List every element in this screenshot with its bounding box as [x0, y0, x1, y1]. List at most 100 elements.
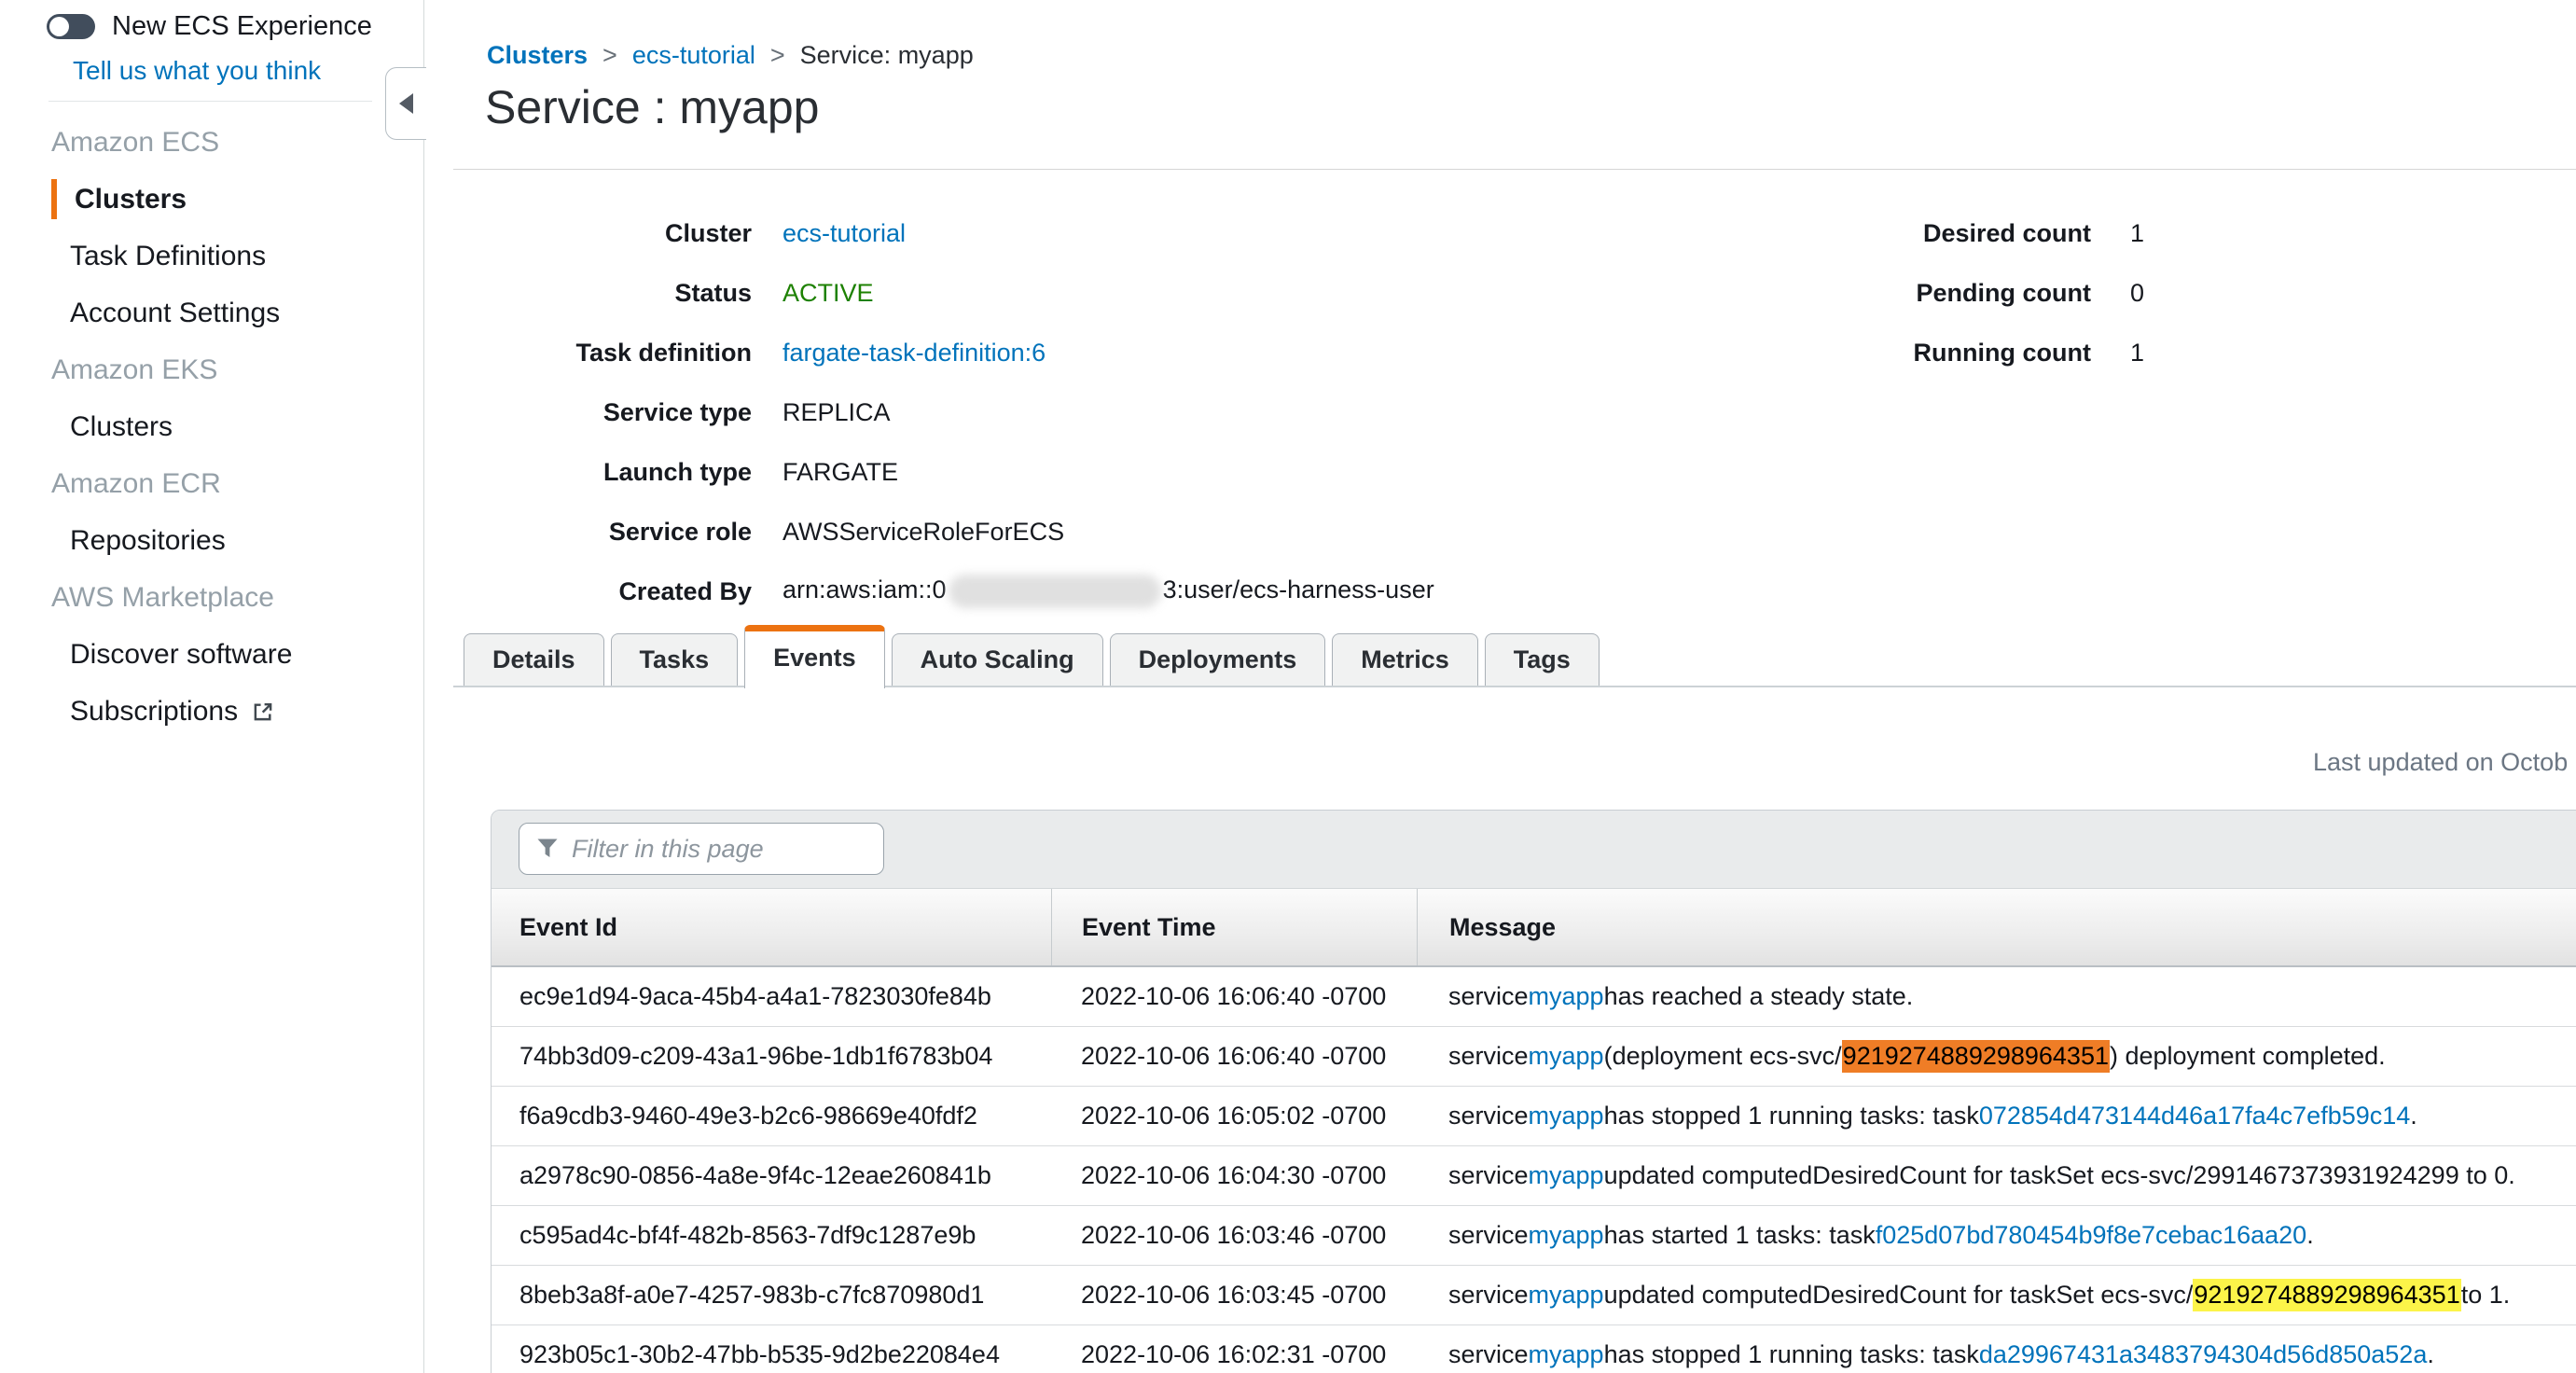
sidebar-item-subscriptions[interactable]: Subscriptions	[0, 683, 423, 740]
toggle-knob	[49, 17, 69, 36]
tab-tags[interactable]: Tags	[1485, 633, 1600, 686]
filter-input[interactable]	[570, 834, 908, 865]
app-root: New ECS Experience Tell us what you thin…	[0, 0, 2576, 1373]
feedback-link[interactable]: Tell us what you think	[73, 56, 321, 86]
sidebar-item-label: Discover software	[70, 626, 292, 683]
sidebar-section-amazon-ecr: Amazon ECR	[0, 455, 423, 512]
message-text: service	[1448, 982, 1529, 1011]
event-id-cell: ec9e1d94-9aca-45b4-a4a1-7823030fe84b	[492, 967, 1051, 1026]
events-table-body: ec9e1d94-9aca-45b4-a4a1-7823030fe84b2022…	[492, 967, 2576, 1373]
sidebar-item-account-settings[interactable]: Account Settings	[0, 284, 423, 341]
event-message-cell: service myapp has reached a steady state…	[1417, 967, 2576, 1026]
sidebar-item-label: Subscriptions	[70, 683, 238, 740]
sidebar-section-amazon-eks: Amazon EKS	[0, 341, 423, 398]
breadcrumb-separator: >	[770, 41, 785, 69]
message-text: to 1.	[2461, 1281, 2511, 1310]
tab-events[interactable]: Events	[744, 625, 885, 688]
message-text: has reached a steady state.	[1604, 982, 1914, 1011]
column-header-message: Message	[1417, 889, 2576, 965]
detail-value-created-by: arn:aws:iam::03:user/ecs-harness-user	[782, 575, 1434, 608]
table-row: a2978c90-0856-4a8e-9f4c-12eae260841b2022…	[492, 1146, 2576, 1206]
sidebar-item-clusters[interactable]: Clusters	[0, 398, 423, 455]
breadcrumb-separator: >	[602, 41, 617, 69]
message-link[interactable]: myapp	[1529, 1161, 1604, 1190]
tab-metrics[interactable]: Metrics	[1332, 633, 1478, 686]
sidebar-item-repositories[interactable]: Repositories	[0, 512, 423, 569]
message-text: has started 1 tasks: task	[1604, 1221, 1876, 1250]
service-details: Cluster ecs-tutorial StatusACTIVETask defi…	[425, 203, 1434, 621]
message-link[interactable]: myapp	[1529, 1340, 1604, 1369]
detail-label: Cluster	[425, 219, 752, 248]
message-text: has stopped 1 running tasks: task	[1604, 1340, 1979, 1369]
table-row: c595ad4c-bf4f-482b-8563-7df9c1287e9b2022…	[492, 1206, 2576, 1266]
message-link[interactable]: myapp	[1529, 1281, 1604, 1310]
event-id-cell: c595ad4c-bf4f-482b-8563-7df9c1287e9b	[492, 1206, 1051, 1265]
table-row: 8beb3a8f-a0e7-4257-983b-c7fc870980d12022…	[492, 1266, 2576, 1325]
message-link[interactable]: myapp	[1529, 982, 1604, 1011]
breadcrumb-item-service-myapp: Service: myapp	[800, 41, 974, 69]
sidebar-section-amazon-ecs: Amazon ECS	[0, 114, 423, 171]
tab-tasks[interactable]: Tasks	[611, 633, 739, 686]
table-row: f6a9cdb3-9460-49e3-b2c6-98669e40fdf22022…	[492, 1087, 2576, 1146]
message-link[interactable]: 072854d473144d46a17fa4c7efb59c14	[1979, 1102, 2410, 1130]
count-row-desired-count: Desired count1	[1847, 203, 2144, 263]
message-text: updated computedDesiredCount for taskSet…	[1604, 1281, 2194, 1310]
message-text: service	[1448, 1281, 1529, 1310]
breadcrumb-item-clusters[interactable]: Clusters	[487, 41, 588, 69]
detail-value-task-definition[interactable]: fargate-task-definition:6	[782, 339, 1046, 368]
redacted-account-id	[949, 575, 1161, 608]
sidebar-item-clusters[interactable]: Clusters	[0, 171, 423, 228]
detail-value-launch-type: FARGATE	[782, 458, 898, 487]
page-title: Service : myapp	[485, 80, 819, 134]
sidebar-section-aws-marketplace: AWS Marketplace	[0, 569, 423, 626]
search-highlight: 9219274889298964351	[1842, 1040, 2110, 1073]
event-time-cell: 2022-10-06 16:02:31 -0700	[1051, 1325, 1417, 1373]
tab-details[interactable]: Details	[464, 633, 604, 686]
detail-value-service-type: REPLICA	[782, 398, 891, 427]
message-link[interactable]: da29967431a3483794304d56d850a52a	[1979, 1340, 2428, 1369]
filter-funnel-icon	[536, 838, 559, 860]
detail-label: Service role	[425, 518, 752, 547]
detail-row-status: StatusACTIVE	[425, 263, 1434, 323]
sidebar-item-discover-software[interactable]: Discover software	[0, 626, 423, 683]
breadcrumb-item-ecs-tutorial[interactable]: ecs-tutorial	[632, 41, 755, 69]
event-time-cell: 2022-10-06 16:06:40 -0700	[1051, 1027, 1417, 1086]
message-text: .	[2427, 1340, 2434, 1369]
tab-deployments[interactable]: Deployments	[1110, 633, 1326, 686]
message-link[interactable]: myapp	[1529, 1102, 1604, 1130]
message-text: service	[1448, 1161, 1529, 1190]
message-text: ) deployment completed.	[2110, 1042, 2386, 1071]
message-text: has stopped 1 running tasks: task	[1604, 1102, 1979, 1130]
detail-row-task-definition: Task definitionfargate-task-definition:6	[425, 323, 1434, 382]
count-row-running-count: Running count1	[1847, 323, 2144, 382]
filter-box	[519, 823, 884, 875]
new-ecs-experience-toggle[interactable]	[47, 14, 95, 39]
count-value: 0	[2130, 279, 2144, 308]
count-row-pending-count: Pending count0	[1847, 263, 2144, 323]
message-link[interactable]: myapp	[1529, 1221, 1604, 1250]
sidebar-collapse-button[interactable]	[385, 67, 426, 140]
message-link[interactable]: myapp	[1529, 1042, 1604, 1071]
sidebar-item-label: Clusters	[75, 171, 187, 228]
detail-label: Created By	[425, 577, 752, 606]
tab-bar: DetailsTasksEventsAuto ScalingDeployment…	[464, 625, 1606, 688]
external-link-icon	[251, 700, 275, 724]
event-id-cell: 74bb3d09-c209-43a1-96be-1db1f6783b04	[492, 1027, 1051, 1086]
message-link[interactable]: f025d07bd780454b9f8e7cebac16aa20	[1876, 1221, 2306, 1250]
tab-auto-scaling[interactable]: Auto Scaling	[892, 633, 1103, 686]
event-id-cell: 923b05c1-30b2-47bb-b535-9d2be22084e4	[492, 1325, 1051, 1373]
event-message-cell: service myapp updated computedDesiredCou…	[1417, 1266, 2576, 1324]
sidebar-item-task-definitions[interactable]: Task Definitions	[0, 228, 423, 284]
detail-row-cluster: Cluster ecs-tutorial	[425, 203, 1434, 263]
detail-value-cluster[interactable]: ecs-tutorial	[782, 219, 906, 248]
collapse-arrow-icon	[399, 93, 413, 114]
event-time-cell: 2022-10-06 16:03:45 -0700	[1051, 1266, 1417, 1324]
event-id-cell: f6a9cdb3-9460-49e3-b2c6-98669e40fdf2	[492, 1087, 1051, 1145]
sidebar-item-label: Clusters	[70, 398, 173, 455]
table-row: ec9e1d94-9aca-45b4-a4a1-7823030fe84b2022…	[492, 967, 2576, 1027]
created-by-prefix: arn:aws:iam::0	[782, 576, 947, 603]
event-message-cell: service myapp has stopped 1 running task…	[1417, 1087, 2576, 1145]
sidebar-divider	[48, 101, 372, 102]
sidebar-item-label: Account Settings	[70, 284, 280, 341]
detail-row-created-by: Created By arn:aws:iam::03:user/ecs-harne…	[425, 562, 1434, 621]
